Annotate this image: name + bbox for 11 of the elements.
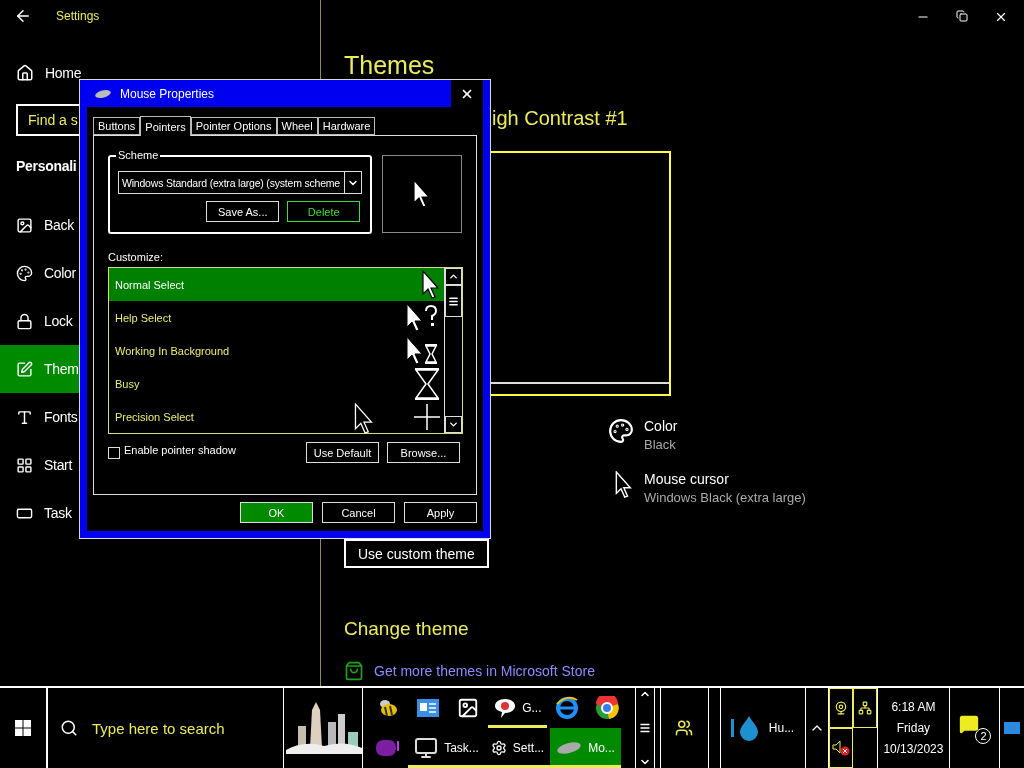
window-title: Settings: [56, 9, 100, 23]
page-heading: Themes: [344, 51, 436, 80]
theme-name: igh Contrast #1: [492, 107, 629, 130]
section-heading: Personali: [16, 158, 77, 174]
checkbox-label: Enable pointer shadow: [124, 443, 237, 456]
dialog-title: Mouse Properties: [120, 86, 215, 101]
list-label: Customize:: [108, 251, 165, 263]
section-heading: Change theme: [344, 618, 470, 640]
setting-value: Windows Black (extra large): [644, 490, 806, 505]
setting-value: Black: [644, 437, 677, 452]
group-label: Scheme: [116, 149, 161, 161]
